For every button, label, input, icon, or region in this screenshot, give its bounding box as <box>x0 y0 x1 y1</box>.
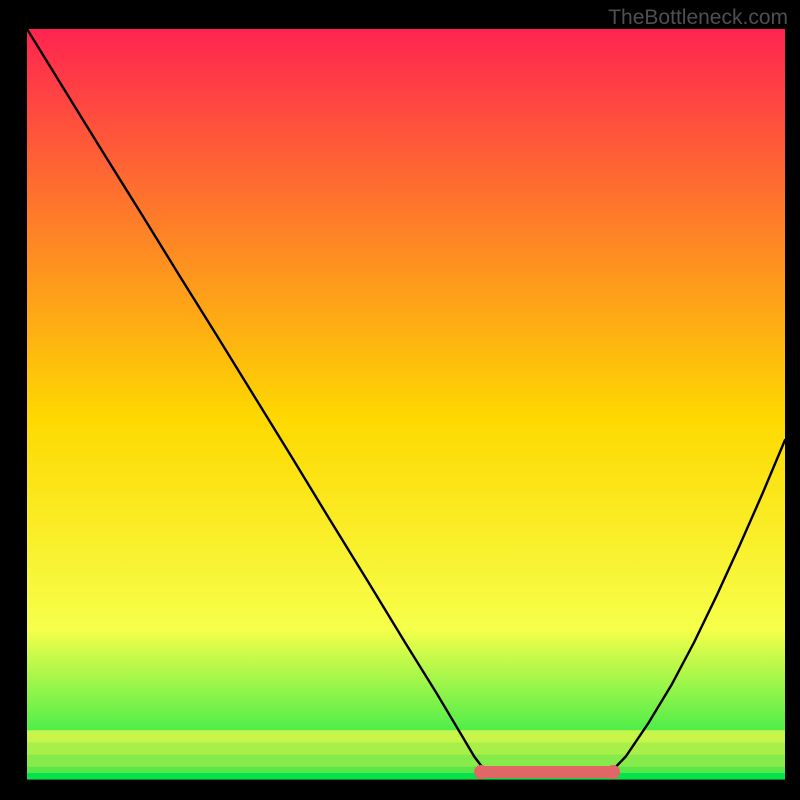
bottleneck-curve-chart <box>0 0 800 800</box>
attribution-text: TheBottleneck.com <box>608 6 788 30</box>
bottom-band <box>27 742 785 755</box>
plot-background <box>27 29 785 779</box>
marker-endpoint <box>606 765 620 779</box>
bottom-band <box>27 755 785 768</box>
chart-container: TheBottleneck.com <box>0 0 800 800</box>
bottom-band <box>27 730 785 743</box>
marker-endpoint <box>474 765 488 779</box>
bottom-strip <box>27 773 785 779</box>
